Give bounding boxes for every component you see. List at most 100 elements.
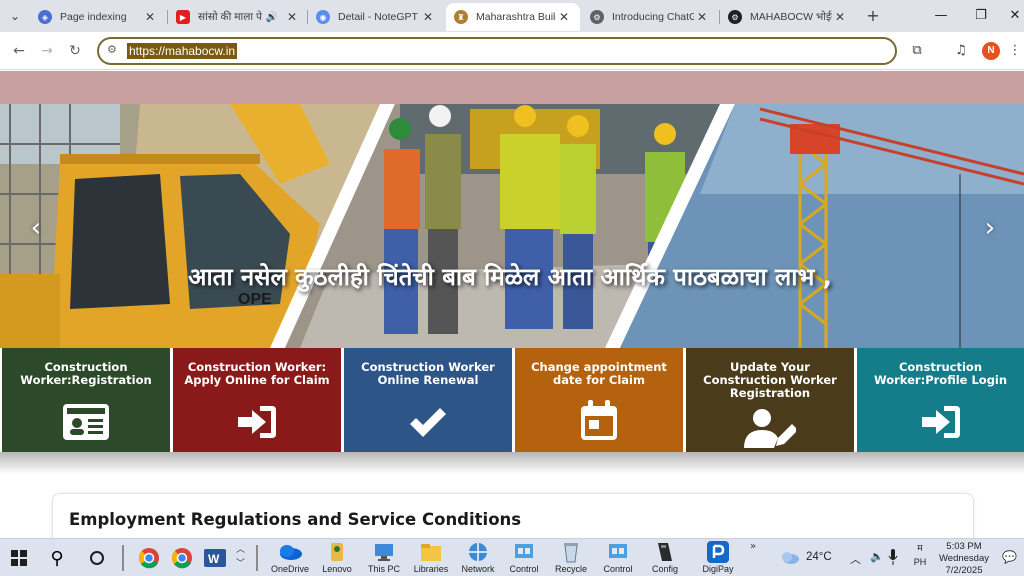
config-icon [658, 543, 672, 561]
windows-start-icon[interactable] [4, 543, 34, 573]
site-top-bar [0, 71, 1024, 104]
taskbar-divider [256, 545, 258, 571]
site-settings-icon[interactable]: ⚙ [107, 43, 117, 56]
tab-notegpt[interactable]: ◉ Detail - NoteGPT V ✕ [308, 3, 444, 31]
taskbar-app[interactable]: This PC [360, 541, 408, 574]
tab-page-indexing[interactable]: ◈ Page indexing ✕ [30, 3, 166, 31]
checkmark-icon [344, 406, 512, 440]
speaker-icon[interactable]: 🔊 [266, 12, 278, 23]
more-menu-icon[interactable]: ⋮ [1004, 40, 1024, 62]
tile-label: Construction Worker Online Renewal [361, 360, 495, 387]
taskbar-app[interactable]: Control [500, 541, 548, 574]
web-page: OPE ‹ › आता नसेल कुठलीही चिंतेची बाब मिळ… [0, 71, 1024, 538]
profile-avatar[interactable]: N [982, 42, 1000, 60]
youtube-icon: ▶ [176, 10, 190, 24]
taskbar-app[interactable]: Libraries [407, 541, 455, 574]
service-tiles: Construction Worker:Registration Constru… [0, 348, 1024, 452]
word-icon[interactable]: W [200, 543, 230, 573]
tab-title: सांसो की माला पे [198, 11, 262, 23]
close-icon[interactable]: ✕ [832, 10, 848, 24]
notegpt-icon: ◉ [316, 10, 330, 24]
tab-title: Detail - NoteGPT V [338, 11, 420, 23]
carousel-next-icon[interactable]: › [980, 215, 1000, 241]
lenovo-icon [331, 543, 343, 561]
task-view-icon[interactable] [82, 543, 112, 573]
tab-maharashtra-building[interactable]: ♜ Maharashtra Buildi ✕ [446, 3, 580, 31]
media-control-icon[interactable]: ♫ [950, 40, 972, 62]
tiles-shadow [0, 452, 1024, 474]
microphone-icon[interactable] [888, 549, 898, 576]
taskbar-overflow-icon[interactable]: » [750, 541, 756, 552]
network-icon [469, 543, 487, 561]
openai-icon: ⚙ [728, 10, 742, 24]
close-icon[interactable]: ✕ [694, 10, 710, 24]
close-icon[interactable]: ✕ [420, 10, 436, 24]
taskbar-app[interactable]: DigiPay [694, 541, 742, 574]
tab-introducing-chatgpt[interactable]: ⚙ Introducing ChatG ✕ [582, 3, 718, 31]
app-label: Control [509, 564, 539, 574]
search-icon[interactable]: ⚲ [42, 543, 72, 573]
taskbar-scroll-icon[interactable]: ︿ ﹀ [236, 543, 245, 571]
app-label: Network [461, 564, 495, 574]
clock-date: 7/2/2025 [945, 565, 983, 576]
carousel-prev-icon[interactable]: ‹ [26, 215, 46, 241]
system-clock[interactable]: 5:03 PM Wednesday 7/2/2025 [934, 541, 994, 576]
onedrive-icon [280, 545, 302, 560]
taskbar-app[interactable]: Lenovo [313, 541, 361, 574]
window-close-icon[interactable]: ✕ [992, 0, 1024, 32]
extensions-icon[interactable]: ⧉ [906, 40, 928, 62]
close-icon[interactable]: ✕ [284, 10, 300, 24]
tray-expand-icon[interactable]: ︿ [850, 551, 861, 576]
control-panel-icon [609, 544, 627, 558]
address-bar[interactable]: ⚙ https://mahabocw.in [97, 37, 897, 65]
tile-label: Construction Worker:Profile Login [873, 360, 1008, 387]
app-label: DigiPay [702, 564, 734, 574]
app-label: Config [651, 564, 678, 574]
language-code: PH [913, 557, 927, 567]
tile-profile-login[interactable]: Construction Worker:Profile Login [857, 348, 1024, 452]
tile-change-appointment[interactable]: Change appointment date for Claim [515, 348, 683, 452]
taskbar-app[interactable]: Config [641, 541, 689, 574]
tab-title: Page indexing [60, 11, 127, 23]
app-label: OneDrive [270, 564, 309, 574]
tab-search-menu-icon[interactable]: ⌄ [4, 5, 26, 27]
taskbar-divider [122, 545, 124, 571]
volume-icon[interactable]: 🔈 [870, 550, 884, 576]
recycle-bin-icon [564, 543, 578, 563]
id-card-icon [2, 404, 170, 440]
notifications-icon[interactable]: 💬 [1002, 550, 1017, 576]
hero-caption: आता नसेल कुठलीही चिंतेची बाब मिळेल आता आ… [188, 263, 832, 291]
back-arrow-icon[interactable]: ← [8, 40, 30, 62]
tile-update-registration[interactable]: Update Your Construction Worker Registra… [686, 348, 854, 452]
user-edit-icon [686, 408, 854, 448]
chrome-icon[interactable] [167, 543, 197, 573]
reload-icon[interactable]: ↻ [64, 40, 86, 62]
close-icon[interactable]: ✕ [142, 10, 158, 24]
tile-apply-online-claim[interactable]: Construction Worker: Apply Online for Cl… [173, 348, 341, 452]
tab-title: Introducing ChatG [612, 11, 694, 23]
tile-online-renewal[interactable]: Construction Worker Online Renewal [344, 348, 512, 452]
url-text[interactable]: https://mahabocw.in [127, 43, 238, 59]
tab-youtube-song[interactable]: ▶ सांसो की माला पे 🔊 ✕ [168, 3, 308, 31]
taskbar-app[interactable]: Control [594, 541, 642, 574]
this-pc-icon [375, 544, 393, 561]
input-language[interactable]: म PH [912, 543, 928, 576]
new-tab-icon[interactable]: + [862, 5, 884, 27]
tab-mahabocw-chatgpt[interactable]: ⚙ MAHABOCW भोईवे ✕ [720, 3, 856, 31]
openai-icon: ⚙ [590, 10, 604, 24]
svg-text:W: W [208, 552, 220, 566]
close-icon[interactable]: ✕ [556, 10, 572, 24]
taskbar-app[interactable]: OneDrive [266, 541, 314, 574]
calendar-icon [515, 400, 683, 440]
tile-worker-registration[interactable]: Construction Worker:Registration [2, 348, 170, 452]
app-label: Libraries [413, 564, 449, 574]
forward-arrow-icon[interactable]: → [36, 40, 58, 62]
section-title: Employment Regulations and Service Condi… [69, 510, 522, 529]
chrome-icon[interactable] [134, 543, 164, 573]
taskbar-app[interactable]: Network [454, 541, 502, 574]
hero-image: OPE [0, 104, 1024, 348]
taskbar-app[interactable]: Recycle [547, 541, 595, 574]
clock-day: Wednesday [939, 553, 989, 564]
tile-label: Construction Worker: Apply Online for Cl… [184, 360, 330, 387]
cloud-icon [782, 552, 799, 564]
